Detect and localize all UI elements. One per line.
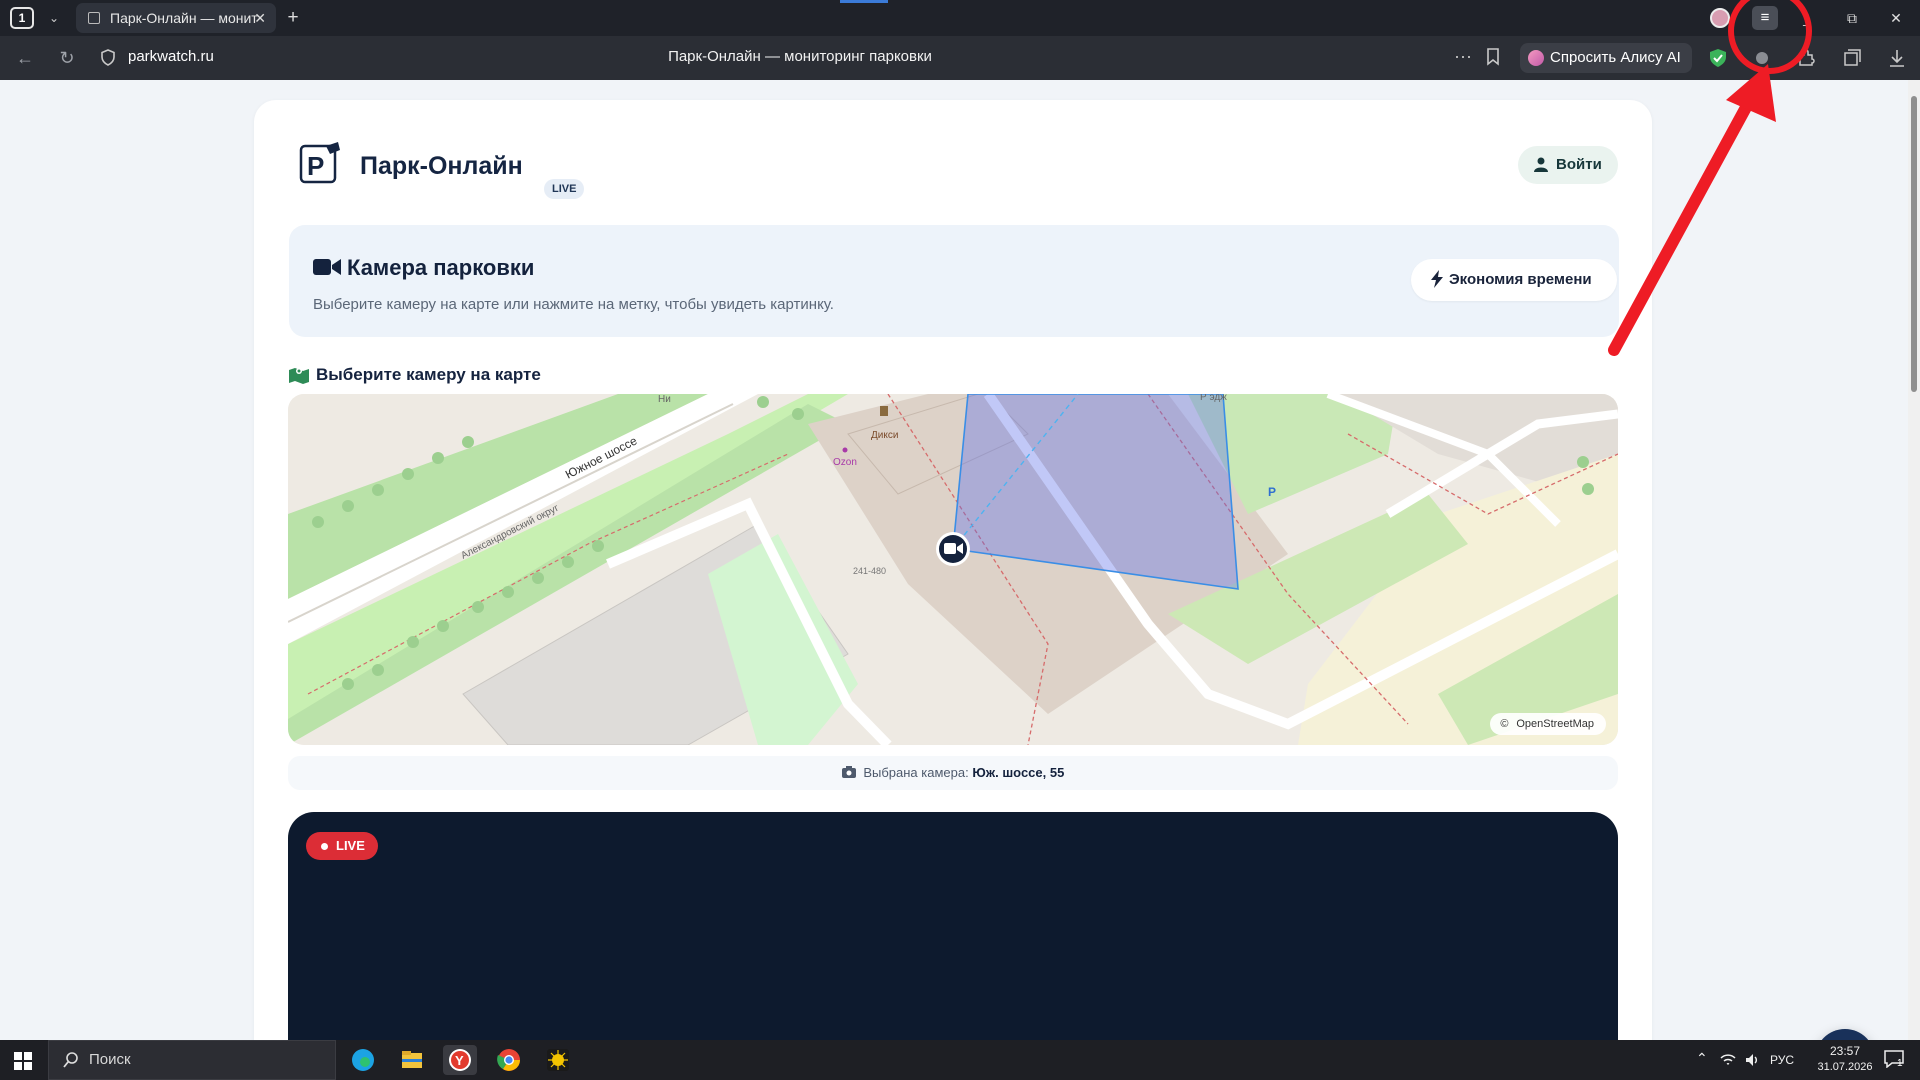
volume-icon[interactable] [1744,1052,1760,1068]
alice-icon [1528,50,1544,66]
map-label-street: Ни [658,394,671,405]
windows-icon[interactable] [14,1052,32,1070]
page-scrollbar[interactable] [1908,80,1920,1040]
favicon-icon [88,12,100,24]
video-live-label: LIVE [336,838,365,853]
reload-button[interactable]: ↻ [54,46,80,70]
selected-camera-name: Юж. шоссе, 55 [972,765,1065,780]
svg-text:P: P [1268,485,1276,499]
video-camera-icon [313,259,341,275]
yandex-browser-icon[interactable]: Y [443,1045,477,1075]
download-icon[interactable] [1887,48,1907,68]
tray-expand-icon[interactable]: ⌃ [1696,1050,1708,1067]
map-label-building: 241-480 [853,566,886,576]
save-time-button[interactable]: Экономия времени [1411,259,1617,301]
map-tiles[interactable]: Южное шоссе Александровский округ Дикси … [288,394,1618,745]
url-field[interactable]: parkwatch.ru [128,48,214,65]
language-indicator[interactable]: РУС [1770,1053,1794,1067]
svg-text:P: P [307,151,324,181]
browser-tab-bar: 1 ⌄ Парк-Онлайн — монит ✕ + ≡ _ ⧉ ✕ [0,0,1920,36]
camera-marker-icon[interactable] [936,532,970,566]
selected-camera-prefix: Выбрана камера: [863,765,969,780]
bookmark-icon[interactable] [1486,48,1500,66]
app-icon[interactable] [541,1045,575,1075]
camera-panel-subtitle: Выберите камеру на карте или нажмите на … [313,296,834,313]
scrollbar-thumb[interactable] [1911,96,1917,392]
bolt-icon [1431,270,1443,288]
map-label-building: Р эдж [1200,394,1227,403]
video-player[interactable]: LIVE [288,812,1618,1040]
camera-panel: Камера парковки Выберите камеру на карте… [289,225,1619,337]
brand-title: Парк-Онлайн [360,152,523,180]
wifi-icon[interactable] [1720,1052,1736,1068]
edge-icon[interactable] [346,1045,380,1075]
loading-indicator [840,0,888,3]
camera-panel-title: Камера парковки [347,255,535,280]
camera-map[interactable]: Южное шоссе Александровский округ Дикси … [288,394,1618,745]
map-heading: Выберите камеру на карте [316,365,541,384]
search-placeholder: Поиск [89,1051,131,1068]
page-title-display: Парк-Онлайн — мониторинг парковки [668,48,932,65]
more-options-button[interactable]: ··· [1454,46,1472,67]
clock-time[interactable]: 23:57 [1820,1044,1870,1058]
new-tab-button[interactable]: + [282,7,304,29]
video-live-badge: LIVE [306,832,378,860]
taskbar: Поиск Y ⌃ РУС 23:57 31.07.2026 1 [0,1040,1920,1080]
collections-icon[interactable] [1842,48,1862,68]
map-attribution[interactable]: © OpenStreetMap [1490,713,1606,735]
taskbar-search[interactable]: Поиск [48,1040,336,1080]
main-card: P Парк-Онлайн LIVE Войти Камера парковки… [254,100,1652,1040]
map-label-shop: Ozon [833,457,857,468]
file-explorer-icon[interactable] [395,1045,429,1075]
camera-icon [841,766,856,778]
close-window-button[interactable]: ✕ [1882,6,1910,30]
tab-title: Парк-Онлайн — монит [110,10,258,26]
annotation-arrow-icon [1608,64,1776,356]
shield-icon[interactable] [101,49,115,66]
tab-close-button[interactable]: ✕ [254,3,266,33]
profile-avatar[interactable] [1710,8,1730,28]
save-time-label: Экономия времени [1449,271,1592,288]
tab-count-button[interactable]: 1 [10,7,34,29]
map-label-shop: Дикси [871,430,898,441]
search-icon [63,1052,78,1068]
clock-date[interactable]: 31.07.2026 [1806,1061,1884,1073]
login-label: Войти [1556,156,1602,173]
attribution-text: OpenStreetMap [1516,718,1594,730]
back-button[interactable]: ← [12,46,38,70]
live-badge: LIVE [544,179,585,199]
browser-tab[interactable]: Парк-Онлайн — монит ✕ [76,3,276,33]
svg-text:Y: Y [455,1053,464,1068]
restore-button[interactable]: ⧉ [1838,6,1866,30]
selected-camera-bar: Выбрана камера: Юж. шоссе, 55 [288,756,1618,790]
notification-count: 1 [1897,1058,1903,1069]
notification-button[interactable]: 1 [1884,1050,1908,1070]
copyright-icon: © [1500,718,1509,730]
chrome-icon[interactable] [492,1045,526,1075]
chat-button[interactable] [1815,1029,1875,1040]
app-logo-icon: P [299,142,340,184]
user-icon [1534,157,1548,172]
map-icon [289,368,309,384]
record-dot-icon [321,843,328,850]
tab-list-button[interactable]: ⌄ [44,8,64,28]
